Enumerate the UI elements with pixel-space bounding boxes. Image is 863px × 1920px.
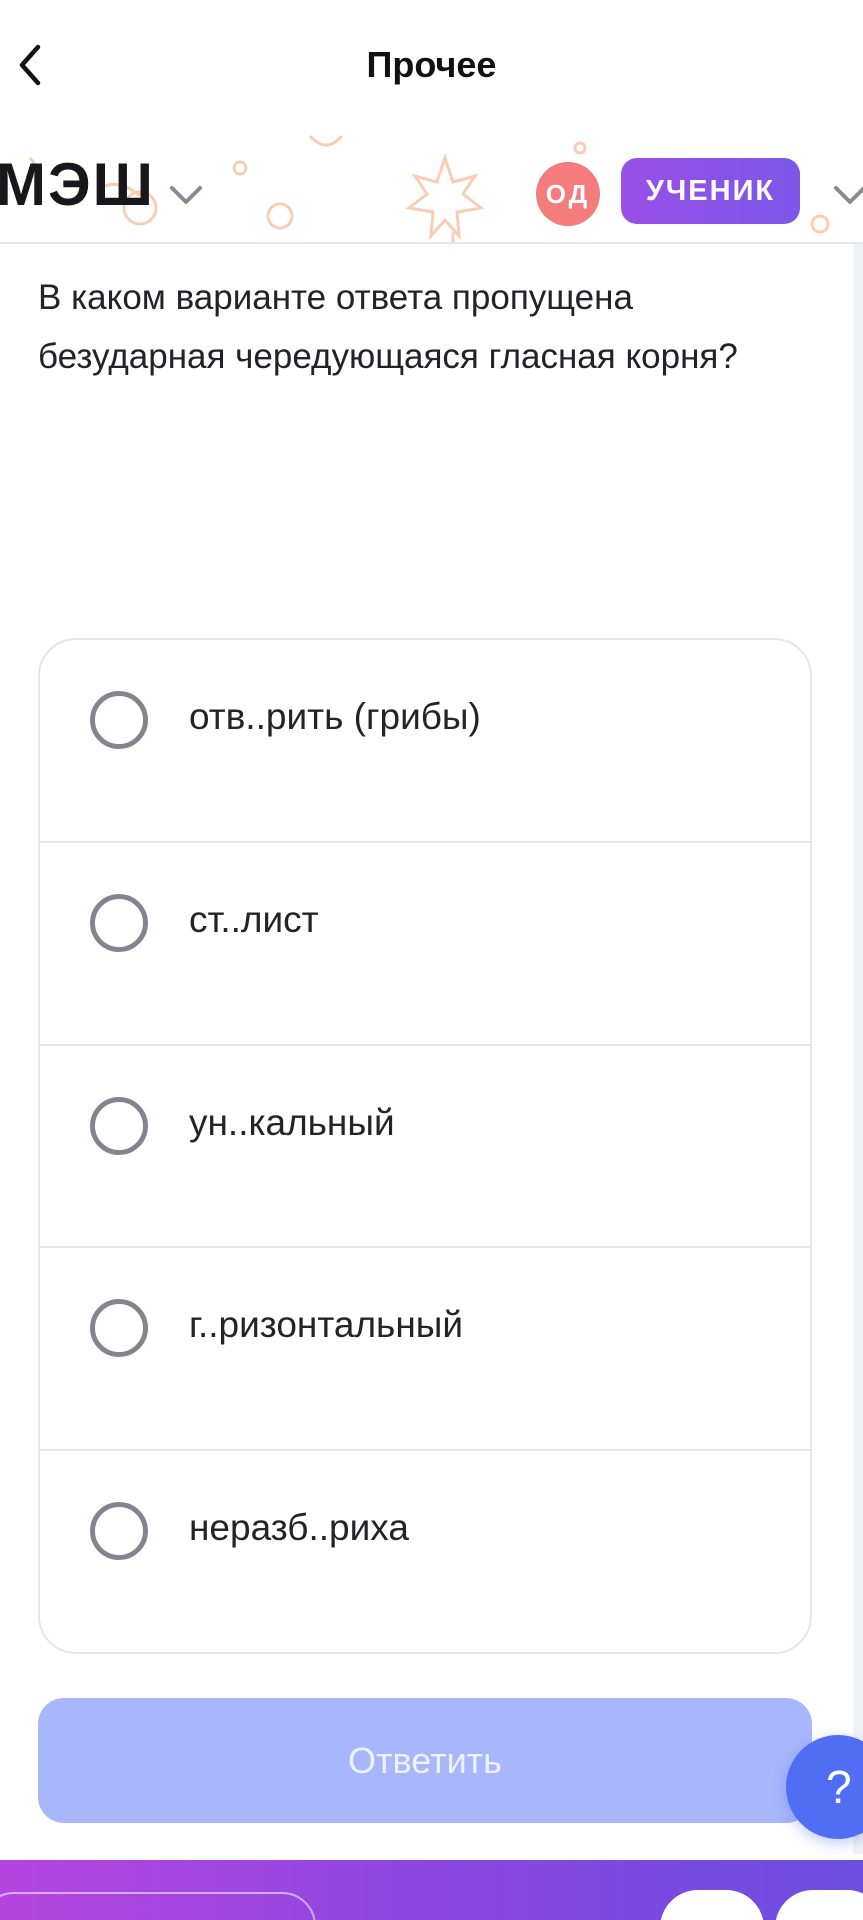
radio-button[interactable] [90, 691, 148, 749]
chevron-down-icon[interactable] [832, 180, 863, 208]
question-mark-icon: ? [826, 1761, 852, 1813]
logo[interactable]: МЭШ [0, 150, 155, 219]
bottom-nav-button[interactable] [0, 1892, 316, 1920]
question-text: В каком варианте ответа пропущена безуда… [38, 278, 738, 376]
answer-options: отв..рить (грибы) ст..лист ун..кальный г… [38, 638, 812, 1654]
answer-option[interactable]: г..ризонтальный [40, 1248, 810, 1452]
answer-option[interactable]: отв..рить (грибы) [40, 640, 810, 843]
scrollbar-track[interactable] [853, 244, 863, 1854]
role-badge[interactable]: УЧЕНИК [621, 158, 800, 224]
option-label: г..ризонтальный [189, 1304, 464, 1346]
top-nav-bar: Прочее [0, 0, 863, 130]
answer-option[interactable]: ст..лист [40, 843, 810, 1046]
bottom-nav-button[interactable] [775, 1890, 863, 1920]
option-label: ст..лист [189, 898, 319, 940]
option-label: отв..рить (грибы) [189, 696, 481, 737]
answer-option[interactable]: ун..кальный [40, 1046, 810, 1249]
radio-button[interactable] [90, 1502, 148, 1561]
option-label: ун..кальный [189, 1101, 395, 1143]
bottom-nav-button[interactable] [660, 1890, 764, 1920]
answer-option[interactable]: неразб..риха [40, 1451, 810, 1652]
bottom-bar [0, 1860, 863, 1920]
radio-button[interactable] [90, 1096, 148, 1155]
radio-button[interactable] [90, 1299, 148, 1358]
brand-header: МЭШ ОД УЧЕНИК [0, 128, 863, 244]
radio-button[interactable] [90, 893, 148, 952]
chevron-down-icon[interactable] [168, 180, 204, 208]
page-title: Прочее [366, 44, 497, 85]
submit-button[interactable]: Ответить [38, 1698, 812, 1823]
option-label: неразб..риха [189, 1507, 409, 1549]
avatar[interactable]: ОД [536, 162, 600, 226]
